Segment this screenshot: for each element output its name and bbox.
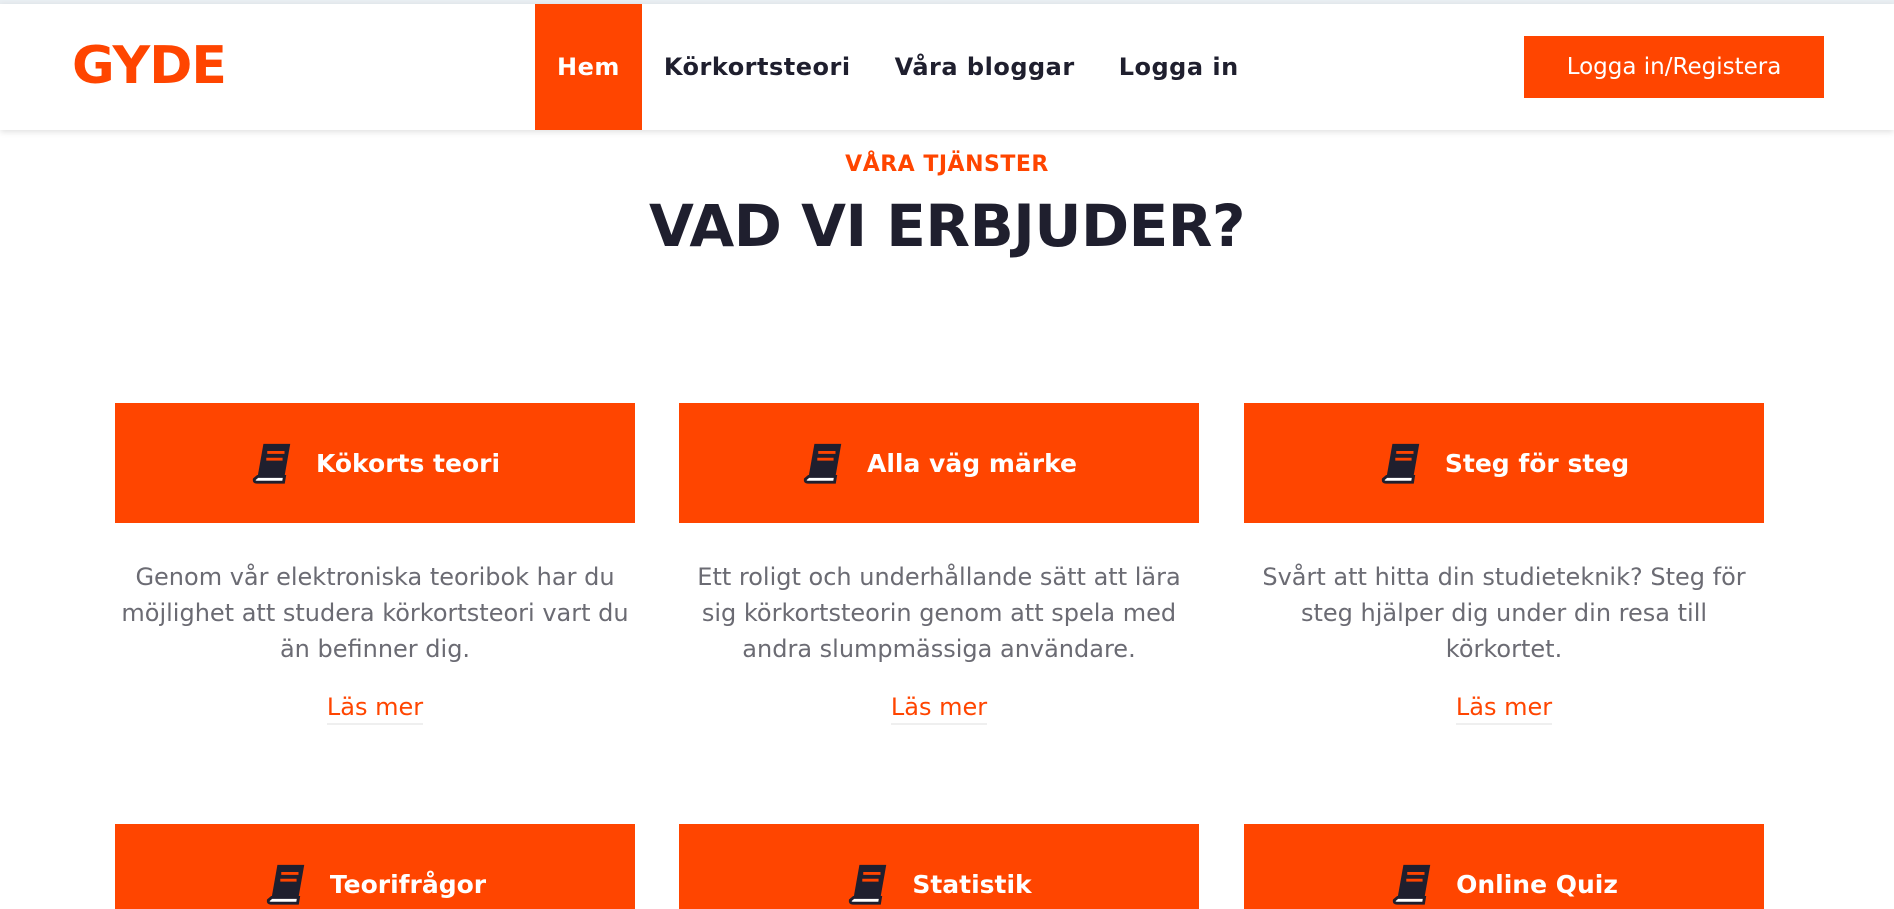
- card-header[interactable]: Alla väg märke: [679, 403, 1199, 523]
- card-header[interactable]: Kökorts teori: [115, 403, 635, 523]
- card-header[interactable]: Steg för steg: [1244, 403, 1764, 523]
- card-description: Ett roligt och underhållande sätt att lä…: [697, 563, 1181, 663]
- book-icon: [266, 864, 305, 905]
- book-icon: [1392, 864, 1431, 905]
- card-title: Kökorts teori: [315, 448, 501, 478]
- book-icon: [849, 864, 887, 905]
- card-description: Genom vår elektroniska teoribok har du m…: [121, 563, 629, 663]
- book-icon: [803, 443, 842, 484]
- read-more-link[interactable]: Läs mer: [890, 693, 988, 725]
- service-card: Alla väg märke Ett roligt och underhålla…: [679, 403, 1199, 725]
- card-header[interactable]: Statistik: [679, 824, 1199, 909]
- card-title: Online Quiz: [1456, 869, 1618, 899]
- service-card: Steg för steg Svårt att hitta din studie…: [1244, 403, 1764, 725]
- section-title: VAD VI ERBJUDER?: [648, 192, 1246, 260]
- nav-item-hem[interactable]: Hem: [535, 4, 642, 130]
- card-header[interactable]: Online Quiz: [1244, 824, 1764, 909]
- card-title: Steg för steg: [1444, 448, 1630, 478]
- main-nav: Hem Körkortsteori Våra bloggar Logga in: [535, 4, 1261, 130]
- service-card: Statistik: [679, 824, 1199, 909]
- card-header[interactable]: Teorifrågor: [115, 824, 635, 909]
- service-card: Online Quiz: [1244, 824, 1764, 909]
- login-register-button[interactable]: Logga in/Registera: [1524, 36, 1824, 98]
- book-icon: [1381, 443, 1420, 484]
- book-icon: [252, 443, 291, 484]
- service-card: Teorifrågor: [115, 824, 635, 909]
- card-title: Statistik: [912, 869, 1032, 899]
- brand-logo[interactable]: GYDE: [72, 36, 227, 96]
- nav-item-vara-bloggar[interactable]: Våra bloggar: [873, 4, 1097, 130]
- card-description: Svårt att hitta din studieteknik? Steg f…: [1262, 563, 1746, 663]
- read-more-link[interactable]: Läs mer: [1455, 693, 1553, 725]
- service-card: Kökorts teori Genom vår elektroniska teo…: [115, 403, 635, 725]
- card-title: Alla väg märke: [867, 448, 1077, 478]
- nav-item-logga-in[interactable]: Logga in: [1097, 4, 1261, 130]
- card-title: Teorifrågor: [329, 869, 487, 899]
- navbar: GYDE Hem Körkortsteori Våra bloggar Logg…: [0, 4, 1894, 130]
- nav-item-korkortsteori[interactable]: Körkortsteori: [642, 4, 873, 130]
- read-more-link[interactable]: Läs mer: [326, 693, 424, 725]
- section-kicker: VÅRA TJÄNSTER: [845, 152, 1049, 177]
